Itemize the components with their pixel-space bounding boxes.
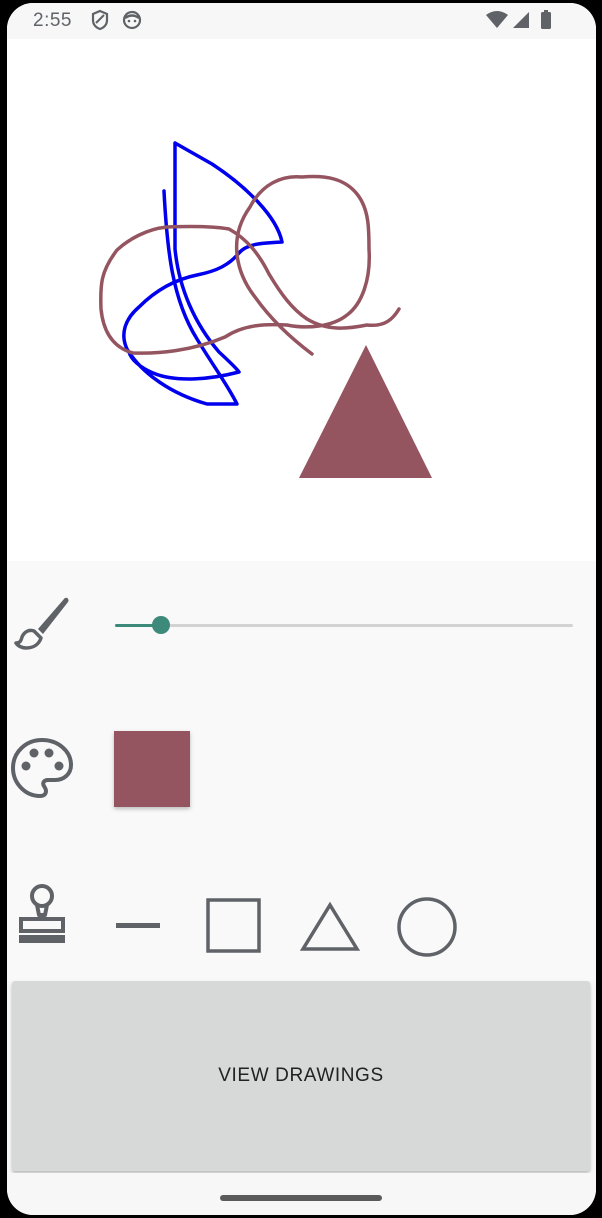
home-handle[interactable]: [220, 1195, 382, 1201]
view-drawings-button[interactable]: VIEW DRAWINGS: [12, 981, 590, 1171]
face-icon: [122, 10, 142, 30]
status-time: 2:55: [33, 10, 72, 31]
line-icon[interactable]: [115, 913, 161, 937]
shield-icon: [91, 9, 109, 31]
drawing-canvas[interactable]: [7, 39, 596, 561]
controls-panel: [7, 561, 596, 981]
navigation-bar: [7, 1173, 596, 1215]
wifi-icon: [486, 11, 508, 28]
slider-thumb[interactable]: [151, 616, 170, 634]
brush-size-slider[interactable]: [115, 613, 573, 637]
color-swatch[interactable]: [114, 731, 190, 807]
slider-track: [115, 624, 573, 627]
status-bar: 2:55: [7, 3, 596, 39]
circle-icon[interactable]: [395, 895, 459, 959]
battery-icon: [541, 10, 551, 29]
triangle-icon[interactable]: [299, 901, 361, 953]
signal-icon: [513, 12, 529, 28]
mauve-stroke: [99, 174, 401, 356]
square-icon[interactable]: [205, 897, 263, 955]
drawing-layer: [99, 141, 432, 478]
stamp-icon: [19, 884, 65, 943]
palette-icon: [11, 738, 73, 798]
blue-stroke: [122, 141, 284, 406]
brush-icon: [14, 597, 69, 650]
triangle-shape: [299, 345, 432, 478]
phone-screen: 2:55 VIEW DRAWINGS: [7, 3, 596, 1215]
